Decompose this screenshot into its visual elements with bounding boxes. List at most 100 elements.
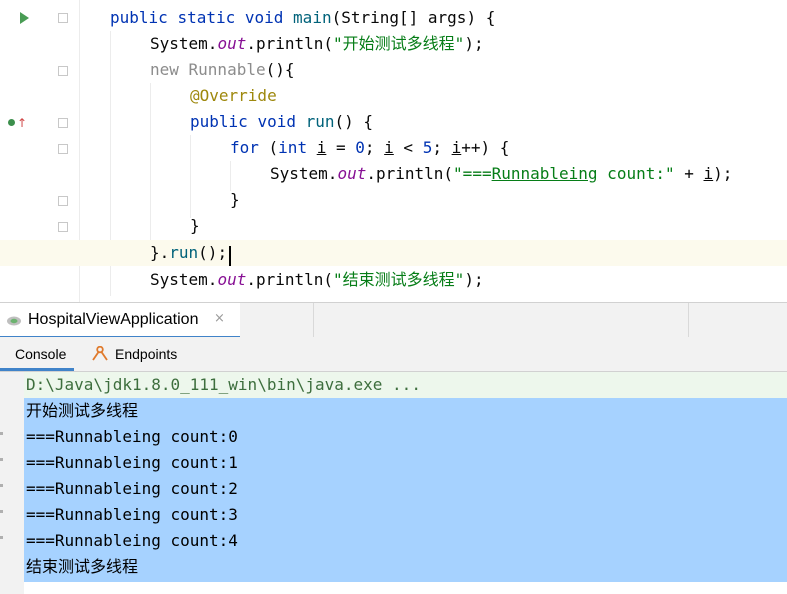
code-line-text: System.out.println("结束测试多线程"); (150, 270, 484, 290)
code-line[interactable]: System.out.println("开始测试多线程"); (0, 31, 787, 57)
code-token: static (177, 8, 245, 27)
code-line[interactable]: for (int i = 0; i < 5; i++) { (0, 135, 787, 161)
code-token: }. (150, 243, 170, 262)
code-token: out (217, 270, 247, 289)
gutter-mark (0, 458, 3, 461)
console-output-line: ===Runnableing count:4 (26, 531, 238, 550)
console-command-line[interactable]: D:\Java\jdk1.8.0_111_win\bin\java.exe ..… (26, 372, 421, 398)
code-editor[interactable]: ↑ public static void main(String[] args)… (0, 0, 787, 302)
code-token: i (316, 138, 327, 157)
code-token: Runnable (188, 60, 266, 79)
tab-divider (688, 303, 689, 338)
code-token: (String[] args) { (331, 8, 496, 27)
code-line[interactable]: public static void main(String[] args) { (0, 5, 787, 31)
code-line-text: public void run() { (190, 112, 373, 132)
tab-console[interactable]: Console (0, 337, 74, 371)
code-token: ++) { (461, 138, 510, 157)
code-token: (); (198, 243, 228, 262)
console-output-line: ===Runnableing count:2 (26, 479, 238, 498)
code-token: + (674, 164, 704, 183)
code-token: ); (464, 34, 484, 53)
code-line[interactable]: } (0, 187, 787, 213)
code-token: main (293, 8, 332, 27)
code-token: .println( (246, 34, 334, 53)
gutter-mark (0, 484, 3, 487)
code-token: ; (432, 138, 452, 157)
code-token: ( (268, 138, 279, 157)
code-token: 5 (422, 138, 433, 157)
code-token: ); (464, 270, 484, 289)
tab-endpoints-label[interactable]: Endpoints (115, 346, 177, 362)
tab-divider (313, 303, 314, 338)
code-line-text: } (190, 216, 200, 236)
code-token: public (110, 8, 178, 27)
code-token: i (451, 138, 462, 157)
code-line[interactable]: } (0, 213, 787, 239)
code-token: i (703, 164, 714, 183)
code-line-text: new Runnable(){ (150, 60, 295, 80)
code-line-text: @Override (190, 86, 277, 106)
code-line-text: System.out.println("===Runnableing count… (270, 164, 732, 184)
code-token: Runnableing (491, 164, 598, 183)
code-token: void (244, 8, 294, 27)
run-subtabs: Console Endpoints (0, 337, 787, 372)
code-token: .println( (246, 270, 334, 289)
code-token: void (257, 112, 306, 131)
spring-boot-app-icon (7, 316, 21, 326)
gutter-mark (0, 510, 3, 513)
console-gutter (0, 372, 24, 594)
code-token: System. (150, 270, 218, 289)
code-token: 0 (355, 138, 365, 157)
console-output-line: ===Runnableing count:1 (26, 453, 238, 472)
run-tool-window-header: HospitalViewApplication × (0, 302, 787, 339)
text-caret (229, 246, 231, 266)
code-token: < (393, 138, 423, 157)
code-token: = (326, 138, 356, 157)
code-line[interactable]: new Runnable(){ (0, 57, 787, 83)
code-token: count:" (597, 164, 675, 183)
code-token: (){ (265, 60, 295, 79)
run-config-label: HospitalViewApplication (28, 311, 199, 328)
code-line[interactable]: public void run() { (0, 109, 787, 135)
tab-console-label: Console (15, 346, 67, 362)
code-token: } (190, 216, 200, 235)
code-token: "=== (453, 164, 492, 183)
code-line[interactable]: }.run(); (0, 240, 787, 266)
code-token: run (305, 112, 335, 131)
code-token: int (278, 138, 317, 157)
code-token: @Override (190, 86, 277, 105)
code-line[interactable]: @Override (0, 83, 787, 109)
code-token: System. (150, 34, 218, 53)
code-line-text: for (int i = 0; i < 5; i++) { (230, 138, 509, 158)
code-token: System. (270, 164, 338, 183)
console-output-line: 结束测试多线程 (26, 557, 139, 576)
gutter-mark (0, 536, 3, 539)
console-output-line: 开始测试多线程 (26, 401, 139, 420)
code-token: new (150, 60, 189, 79)
code-token: "开始测试多线程" (333, 34, 465, 53)
console-output-line: ===Runnableing count:0 (26, 427, 238, 446)
code-token: .println( (366, 164, 454, 183)
code-token: ; (364, 138, 385, 157)
close-icon[interactable]: × (214, 311, 225, 326)
code-token: () { (334, 112, 374, 131)
code-token: out (217, 34, 247, 53)
code-token: } (230, 190, 240, 209)
code-line[interactable]: System.out.println("结束测试多线程"); (0, 267, 787, 293)
console-output-line: ===Runnableing count:3 (26, 505, 238, 524)
gutter-mark (0, 432, 3, 435)
code-token: public (190, 112, 258, 131)
code-token: "结束测试多线程" (333, 270, 465, 289)
code-line-text: }.run(); (150, 243, 227, 263)
code-token: i (384, 138, 394, 157)
code-line-text: } (230, 190, 240, 210)
code-line-text: System.out.println("开始测试多线程"); (150, 34, 484, 54)
run-config-tab[interactable]: HospitalViewApplication × (0, 303, 240, 339)
code-token: run (169, 243, 199, 262)
code-token: out (337, 164, 367, 183)
code-line[interactable]: System.out.println("===Runnableing count… (0, 161, 787, 187)
endpoints-icon[interactable] (90, 346, 110, 362)
code-token: for (230, 138, 269, 157)
code-token: ); (713, 164, 733, 183)
console-output[interactable]: D:\Java\jdk1.8.0_111_win\bin\java.exe ..… (0, 372, 787, 594)
